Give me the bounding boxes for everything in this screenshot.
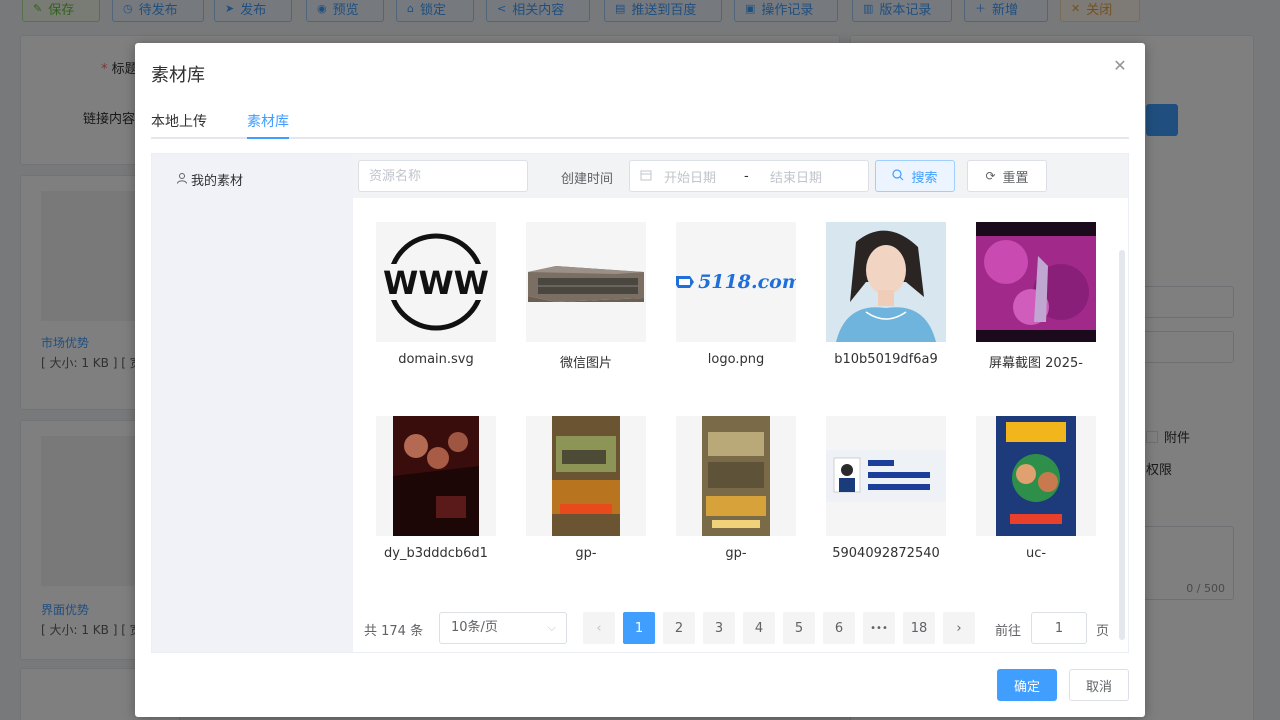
grid-scrollbar[interactable]: [1119, 250, 1125, 640]
svg-text:WWW: WWW: [383, 264, 489, 302]
material-thumbnail: [376, 416, 496, 536]
material-card[interactable]: 屏幕截图 2025-: [976, 222, 1096, 371]
search-icon: [892, 168, 904, 184]
material-thumbnail: [676, 416, 796, 536]
created-time-label: 创建时间: [561, 172, 614, 187]
material-card[interactable]: uc-: [976, 416, 1096, 561]
id-banner-image: [826, 416, 946, 536]
sidebar-item-my-materials[interactable]: 我的素材: [176, 170, 243, 189]
page-button[interactable]: 3: [703, 612, 735, 644]
material-name: 5904092872540: [832, 546, 940, 561]
brand-logo-image: 5118.com: [676, 268, 796, 296]
page-button[interactable]: 6: [823, 612, 855, 644]
search-button[interactable]: 搜索: [875, 160, 955, 192]
next-page-button[interactable]: ›: [943, 612, 975, 644]
dialog-title: 素材库: [151, 65, 205, 86]
end-date-input[interactable]: 结束日期: [770, 167, 850, 186]
confirm-button[interactable]: 确定: [997, 669, 1057, 701]
game-poster-image: [976, 416, 1096, 536]
page-button[interactable]: 1: [623, 612, 655, 644]
date-separator: -: [744, 168, 749, 184]
start-date-input[interactable]: 开始日期: [664, 167, 744, 186]
library-sidebar: 我的素材: [152, 154, 353, 652]
reset-button[interactable]: ⟳ 重置: [967, 160, 1047, 192]
material-library-dialog: 素材库 ✕ 本地上传 素材库 我的素材 创建时间 开始日期: [135, 43, 1145, 717]
material-name: b10b5019df6a9: [834, 352, 938, 367]
tab-material-library[interactable]: 素材库: [247, 111, 289, 139]
chevron-down-icon: ⌵: [547, 621, 556, 634]
cancel-button[interactable]: 取消: [1069, 669, 1129, 701]
material-name: 微信图片: [559, 356, 612, 371]
refresh-icon: ⟳: [985, 169, 996, 183]
chevron-left-icon: ‹: [596, 620, 602, 636]
portrait-photo-image: [826, 222, 946, 342]
library-container: 我的素材 创建时间 开始日期 - 结束日期: [151, 153, 1129, 653]
material-name: logo.png: [707, 352, 765, 367]
chevron-right-icon: ›: [956, 620, 962, 636]
page-button[interactable]: 18: [903, 612, 935, 644]
library-main: 创建时间 开始日期 - 结束日期 搜索 ⟳ 重置: [353, 154, 1128, 652]
date-range-picker[interactable]: 开始日期 - 结束日期: [629, 160, 869, 192]
active-tab-indicator: [247, 137, 289, 139]
more-pages-button[interactable]: •••: [863, 612, 895, 644]
filter-bar: 创建时间 开始日期 - 结束日期 搜索 ⟳ 重置: [353, 154, 1128, 198]
game-screenshot-image: [976, 222, 1096, 342]
material-thumbnail: [526, 416, 646, 536]
material-name: 屏幕截图 2025-: [989, 356, 1083, 371]
calendar-icon: [640, 169, 652, 184]
www-logo-image: WWW: [382, 233, 490, 331]
page-button[interactable]: 2: [663, 612, 695, 644]
material-card[interactable]: gp-: [526, 416, 646, 561]
material-thumbnail: [826, 416, 946, 536]
material-name: domain.svg: [398, 352, 474, 367]
page-size-select[interactable]: 10条/页 ⌵: [439, 612, 567, 644]
material-name: dy_b3dddcb6d1: [384, 546, 488, 561]
material-thumbnail: [526, 222, 646, 342]
game-poster-image: [676, 416, 796, 536]
page-button[interactable]: 4: [743, 612, 775, 644]
material-name: gp-: [725, 546, 747, 561]
goto-page-input[interactable]: [1031, 612, 1087, 644]
pagination: 共 174 条 10条/页 ⌵ ‹ 1 2 3 4 5 6 ••• 18 › 前…: [353, 600, 1128, 652]
material-card[interactable]: 微信图片: [526, 222, 646, 371]
prev-page-button[interactable]: ‹: [583, 612, 615, 644]
goto-label: 前往: [995, 624, 1022, 639]
close-icon[interactable]: ✕: [1111, 57, 1129, 75]
building-photo-image: [528, 266, 644, 302]
material-thumbnail: 5118.com: [676, 222, 796, 342]
material-card[interactable]: WWW domain.svg: [376, 222, 496, 367]
material-thumbnail: [826, 222, 946, 342]
material-name: uc-: [1025, 546, 1047, 561]
material-card[interactable]: dy_b3dddcb6d1: [376, 416, 496, 561]
material-card[interactable]: 5904092872540: [826, 416, 946, 561]
movie-poster-image: [376, 416, 496, 536]
material-card[interactable]: gp-: [676, 416, 796, 561]
material-thumbnail: WWW: [376, 222, 496, 342]
page-button[interactable]: 5: [783, 612, 815, 644]
material-thumbnail: [976, 416, 1096, 536]
dialog-tabs: 本地上传 素材库: [151, 105, 1129, 139]
material-grid: WWW domain.svg 微信图片 5118.com logo.png b1…: [353, 198, 1128, 640]
material-name: gp-: [575, 546, 597, 561]
game-poster-image: [526, 416, 646, 536]
material-card[interactable]: b10b5019df6a9: [826, 222, 946, 367]
resource-name-input[interactable]: [358, 160, 528, 192]
total-count: 共 174 条: [364, 624, 424, 639]
tab-local-upload[interactable]: 本地上传: [151, 111, 207, 139]
user-icon: [176, 172, 188, 187]
page-suffix-label: 页: [1096, 624, 1110, 639]
material-card[interactable]: 5118.com logo.png: [676, 222, 796, 367]
material-thumbnail: [976, 222, 1096, 342]
